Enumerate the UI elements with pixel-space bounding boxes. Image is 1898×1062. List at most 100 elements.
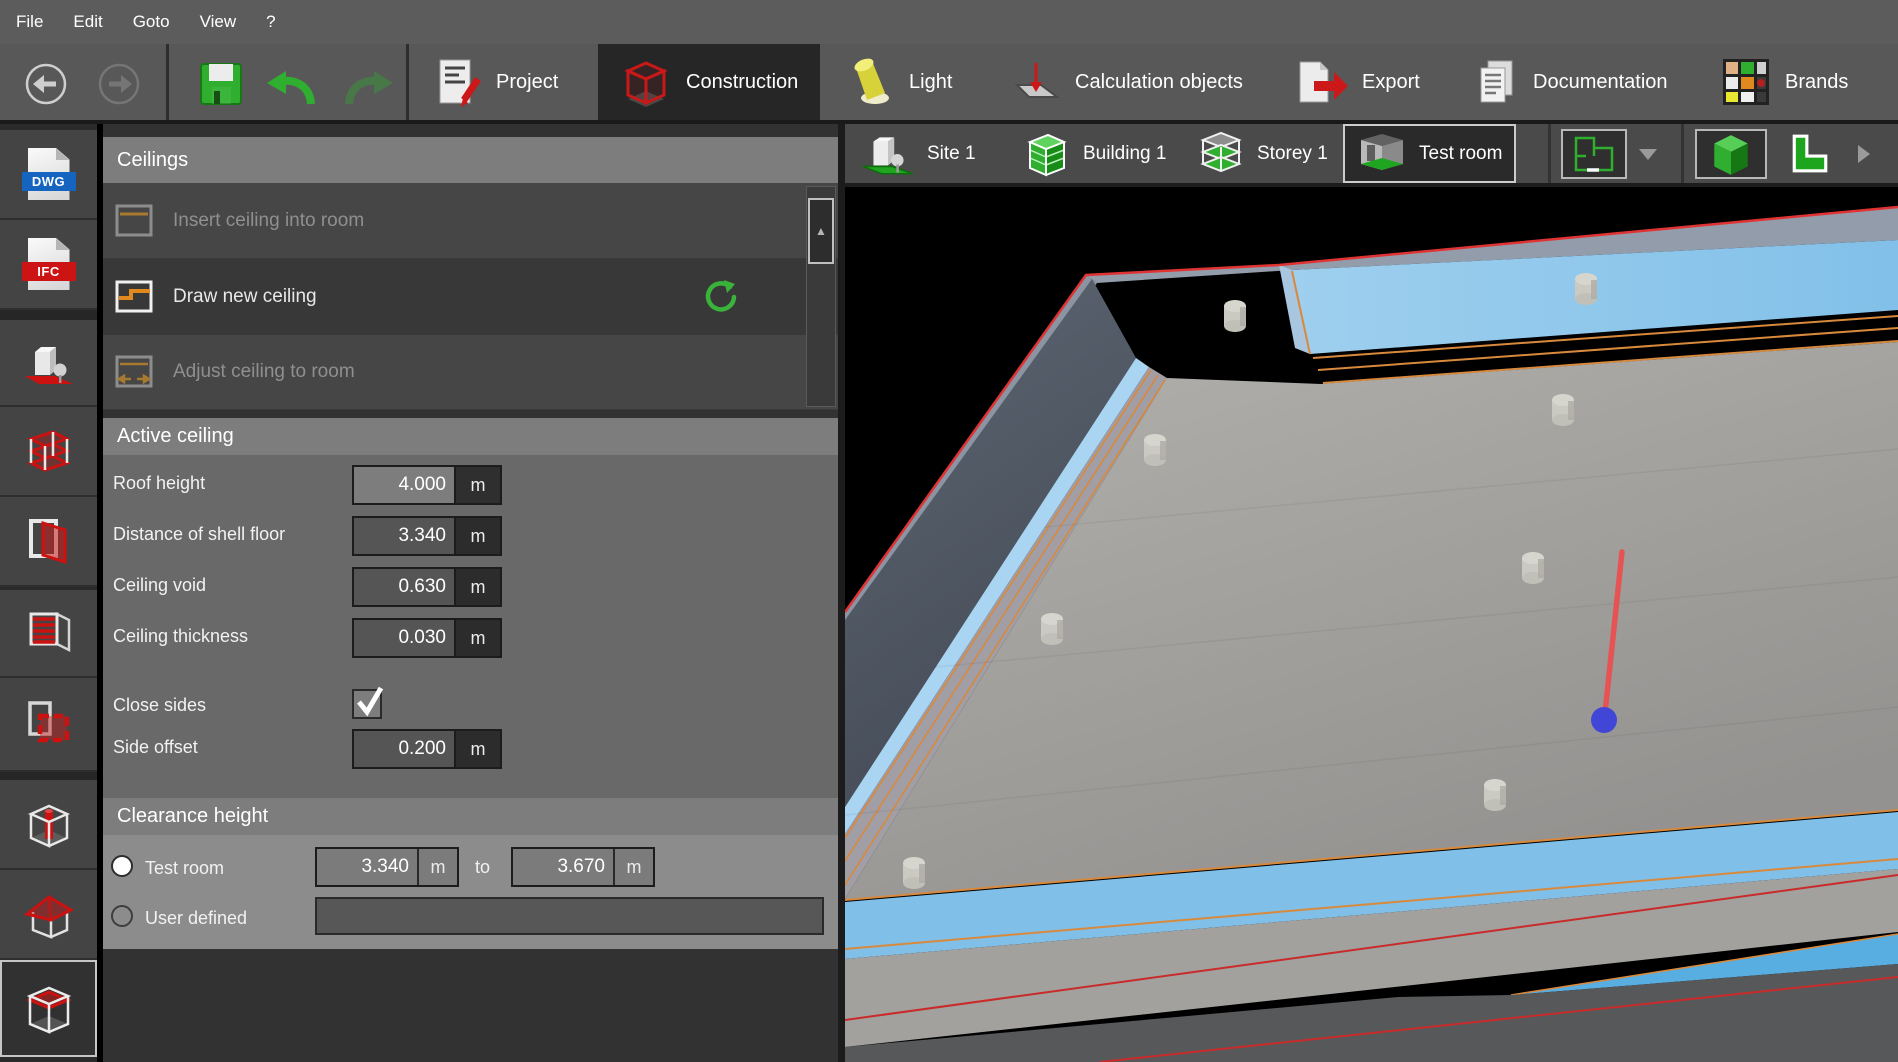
ifc-file-icon: IFC <box>21 238 76 290</box>
tab-calculation-objects[interactable]: Calculation objects <box>1005 44 1243 120</box>
menu-file[interactable]: File <box>16 12 43 32</box>
ceiling-void-field[interactable]: 0.630 m <box>352 567 502 607</box>
breadcrumb-storey[interactable]: Storey 1 <box>1197 124 1328 183</box>
tab-documentation[interactable]: Documentation <box>1473 44 1668 120</box>
redo-icon[interactable] <box>343 68 397 106</box>
documentation-icon <box>1480 60 1513 103</box>
construction-icon <box>624 61 668 107</box>
undo-icon[interactable] <box>263 68 317 106</box>
scroll-up-button[interactable]: ▲ <box>808 198 834 264</box>
cube-3d-icon <box>1714 135 1748 175</box>
tab-brands[interactable]: Brands <box>1721 44 1848 120</box>
check-icon <box>357 686 384 717</box>
site-icon <box>24 346 73 384</box>
tab-project[interactable]: Project <box>436 44 558 120</box>
tab-export[interactable]: Export <box>1294 44 1420 120</box>
side-offset-field[interactable]: 0.200 m <box>352 729 502 769</box>
user-defined-radio[interactable] <box>111 905 133 927</box>
reset-tool-icon[interactable] <box>702 279 738 315</box>
draw-marker-node[interactable] <box>1591 707 1617 733</box>
view-3d-button[interactable] <box>1695 129 1767 179</box>
door-icon <box>28 519 66 565</box>
breadcrumb-label: Building 1 <box>1083 142 1167 164</box>
tools-scrollbar[interactable]: ▲ <box>806 186 836 407</box>
forward-button[interactable] <box>97 62 141 106</box>
tab-light[interactable]: Light <box>845 44 952 120</box>
breadcrumb-test-room[interactable]: Test room <box>1343 124 1517 183</box>
ceiling-thickness-field[interactable]: 0.030 m <box>352 618 502 658</box>
viewport: Site 1 Building 1 Storey 1 Test room <box>838 124 1898 1062</box>
breadcrumb-label: Site 1 <box>927 142 976 164</box>
side-offset-label: Side offset <box>113 737 198 757</box>
to-word: to <box>475 857 491 877</box>
strip-group-gap <box>0 310 97 320</box>
ceilings-panel: Ceilings Insert ceiling into room Draw n… <box>103 124 838 1062</box>
close-sides-checkbox[interactable] <box>352 686 384 719</box>
breadcrumb-building[interactable]: Building 1 <box>1023 124 1166 183</box>
tab-label: Construction <box>686 70 799 93</box>
floorplan-view-button[interactable] <box>1561 129 1627 179</box>
distance-shell-floor-field[interactable]: 3.340 m <box>352 516 502 556</box>
back-button[interactable] <box>24 62 68 106</box>
ceiling-thickness-label: Ceiling thickness <box>113 626 249 646</box>
view-plan-button[interactable] <box>1779 129 1841 179</box>
calculation-objects-icon <box>1014 63 1060 98</box>
main-toolbar: Project Construction Light Calculation o… <box>0 44 1898 124</box>
roof-height-field[interactable]: 4.000 m <box>352 465 502 505</box>
menu-goto[interactable]: Goto <box>133 12 170 32</box>
ceiling-tools-list: Insert ceiling into room Draw new ceilin… <box>103 183 838 410</box>
test-room-radio[interactable] <box>111 855 133 877</box>
roof-height-label: Roof height <box>113 473 206 493</box>
toolbar-separator <box>166 44 169 120</box>
tool-adjust-ceiling-to-room[interactable]: Adjust ceiling to room <box>103 335 838 410</box>
clearance-height-section: Test room 3.340 m to 3.670 m User define… <box>103 835 838 949</box>
site-crumb-icon <box>862 136 914 175</box>
brands-icon <box>1723 59 1769 105</box>
sidebar-item-opening[interactable] <box>0 678 97 772</box>
ceiling-void-label: Ceiling void <box>113 575 207 595</box>
floorplan-dropdown[interactable] <box>1635 129 1661 179</box>
window-blinds-icon <box>29 611 70 653</box>
tool-label: Draw new ceiling <box>173 285 317 307</box>
user-defined-radio-label: User defined <box>145 908 248 928</box>
sidebar-item-ceiling[interactable] <box>0 960 97 1057</box>
toolbar-separator <box>406 44 409 120</box>
close-sides-label: Close sides <box>113 695 207 715</box>
breadcrumb-label: Test room <box>1419 142 1503 164</box>
menu-edit[interactable]: Edit <box>73 12 102 32</box>
sidebar-item-window[interactable] <box>0 590 97 678</box>
sidebar-item-ifc-import[interactable]: IFC <box>0 220 97 310</box>
tab-label: Export <box>1362 70 1420 93</box>
insert-ceiling-icon <box>115 204 153 236</box>
room-crumb-icon <box>1361 133 1403 170</box>
draw-ceiling-icon <box>115 280 153 312</box>
sidebar-item-site[interactable] <box>0 320 97 407</box>
sidebar-item-column[interactable] <box>0 780 97 870</box>
dwg-file-icon: DWG <box>21 148 76 200</box>
clearance-from-field[interactable]: 3.340 m <box>315 847 459 887</box>
crumbbar-separator <box>1548 124 1551 183</box>
sidebar-item-dwg-import[interactable]: DWG <box>0 130 97 220</box>
menu-view[interactable]: View <box>200 12 237 32</box>
menu-help[interactable]: ? <box>266 12 275 32</box>
export-icon <box>1299 61 1348 103</box>
distance-shell-floor-label: Distance of shell floor <box>113 524 286 544</box>
user-defined-input[interactable] <box>315 897 824 935</box>
sidebar-item-roof[interactable] <box>0 870 97 960</box>
save-icon[interactable] <box>198 61 244 107</box>
tab-label: Brands <box>1785 70 1849 93</box>
active-ceiling-section: Roof height 4.000 m Distance of shell fl… <box>103 455 838 798</box>
tool-draw-new-ceiling[interactable]: Draw new ceiling <box>103 259 838 335</box>
sidebar-item-storeys[interactable] <box>0 407 97 497</box>
project-icon <box>439 59 481 107</box>
l-shape-icon <box>1792 134 1828 173</box>
strip-group-gap <box>0 772 97 780</box>
clearance-to-field[interactable]: 3.670 m <box>511 847 655 887</box>
3d-scene[interactable] <box>845 187 1898 1062</box>
storeys-icon <box>26 430 71 472</box>
sidebar-item-door[interactable] <box>0 497 97 587</box>
breadcrumb-site[interactable]: Site 1 <box>861 124 976 183</box>
view-expand-arrow[interactable] <box>1851 129 1877 179</box>
tab-construction[interactable]: Construction <box>598 44 821 120</box>
tool-insert-ceiling-into-room[interactable]: Insert ceiling into room <box>103 183 838 259</box>
